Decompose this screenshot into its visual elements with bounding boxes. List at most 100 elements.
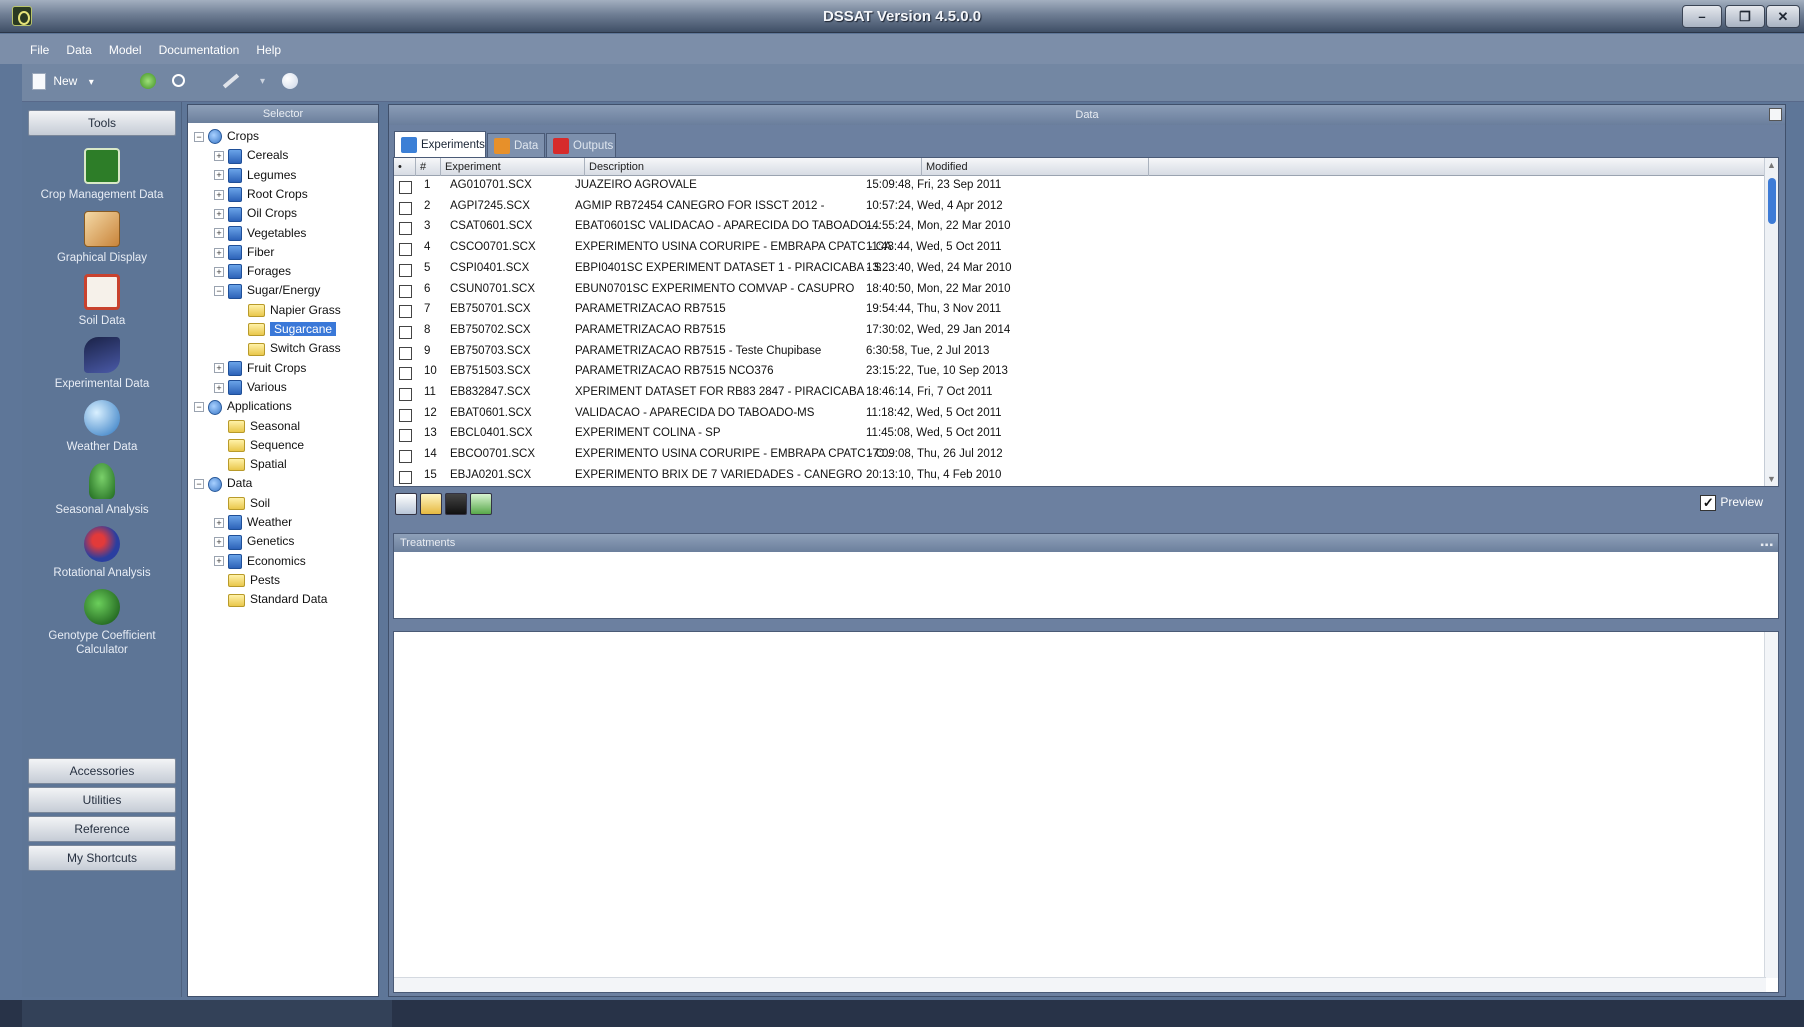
tree-node[interactable]: − Applications <box>194 397 292 416</box>
table-row[interactable]: 4 CSCO0701.SCX EXPERIMENTO USINA CORURIPE … <box>394 239 1766 260</box>
col-description[interactable]: Description <box>585 158 922 176</box>
table-row[interactable]: 14 EBCO0701.SCX EXPERIMENTO USINA CORURIPE… <box>394 446 1766 467</box>
expander-icon[interactable]: + <box>214 151 224 162</box>
row-checkbox[interactable] <box>399 325 412 339</box>
expander-icon[interactable]: + <box>214 228 224 239</box>
expander-icon[interactable]: + <box>214 382 224 393</box>
col-experiment[interactable]: Experiment <box>441 158 585 176</box>
expander-icon[interactable]: + <box>214 209 224 220</box>
tree-node[interactable]: + Fiber <box>214 243 274 262</box>
row-checkbox[interactable] <box>399 305 412 319</box>
table-row[interactable]: 3 CSAT0601.SCX EBAT0601SC VALIDACAO - APAR… <box>394 218 1766 239</box>
tool-graphical-display[interactable]: Graphical Display <box>22 211 182 265</box>
tree-node[interactable]: + Fruit Crops <box>214 359 306 378</box>
expander-icon[interactable]: + <box>214 517 224 528</box>
col-modified[interactable]: Modified <box>922 158 1149 176</box>
panel-restore-button[interactable] <box>1769 108 1782 121</box>
utilities-button[interactable]: Utilities <box>28 787 176 813</box>
tool-weather-data[interactable]: Weather Data <box>22 400 182 454</box>
tree-node[interactable]: Soil <box>214 494 270 513</box>
table-scrollbar[interactable]: ▲ ▼ <box>1764 158 1778 486</box>
row-checkbox[interactable] <box>399 222 412 236</box>
tools-header-button[interactable]: Tools <box>28 110 176 136</box>
table-row[interactable]: 9 EB750703.SCX PARAMETRIZACAO RB7515 - Tes… <box>394 343 1766 364</box>
tree-node[interactable]: Switch Grass <box>234 339 341 358</box>
maximize-button[interactable]: ❐ <box>1725 5 1765 28</box>
table-row[interactable]: 12 EBAT0601.SCX VALIDACAO - APARECIDA DO T… <box>394 405 1766 426</box>
row-checkbox[interactable] <box>399 284 412 298</box>
tool-soil-data[interactable]: Soil Data <box>22 274 182 328</box>
tool-crop-management-data[interactable]: Crop Management Data <box>22 148 182 202</box>
tool-seasonal-analysis[interactable]: Seasonal Analysis <box>22 463 182 517</box>
expander-icon[interactable]: − <box>194 479 204 490</box>
menu-documentation[interactable]: Documentation <box>159 43 240 57</box>
tool-rotational-analysis[interactable]: Rotational Analysis <box>22 526 182 580</box>
close-button[interactable]: ✕ <box>1766 5 1800 28</box>
run-command-button[interactable] <box>445 493 467 515</box>
row-checkbox[interactable] <box>399 429 412 443</box>
favorite-button[interactable] <box>140 73 156 93</box>
row-checkbox[interactable] <box>399 388 412 401</box>
row-checkbox[interactable] <box>399 408 412 422</box>
expander-icon[interactable]: − <box>214 286 224 297</box>
my-shortcuts-button[interactable]: My Shortcuts <box>28 845 176 871</box>
tree-node[interactable]: + Vegetables <box>214 224 306 243</box>
table-row[interactable]: 5 CSPI0401.SCX EBPI0401SC EXPERIMENT DATAS… <box>394 260 1766 281</box>
expander-icon[interactable]: + <box>214 556 224 567</box>
tree-node[interactable]: Spatial <box>214 455 287 474</box>
tree-node[interactable]: − Crops <box>194 127 259 146</box>
scroll-down-icon[interactable]: ▼ <box>1767 474 1776 484</box>
scroll-thumb[interactable] <box>1768 178 1776 224</box>
table-row[interactable]: 13 EBCL0401.SCX EXPERIMENT COLINA - SP 11:4… <box>394 425 1766 446</box>
tree-node[interactable]: + Oil Crops <box>214 204 297 223</box>
row-checkbox[interactable] <box>399 181 412 194</box>
search-button[interactable] <box>172 73 185 93</box>
tree-node[interactable]: + Weather <box>214 513 292 532</box>
tree-node[interactable]: − Sugar/Energy <box>214 281 320 300</box>
tab-experiments[interactable]: Experiments <box>394 131 486 157</box>
tree-node[interactable]: + Legumes <box>214 166 296 185</box>
expander-icon[interactable]: + <box>214 247 224 258</box>
reference-button[interactable]: Reference <box>28 816 176 842</box>
run-dropdown[interactable]: ▾ <box>260 73 265 93</box>
menu-data[interactable]: Data <box>66 43 91 57</box>
tree-node[interactable]: + Genetics <box>214 532 294 551</box>
col-select[interactable]: • <box>394 158 416 176</box>
tool-experimental-data[interactable]: Experimental Data <box>22 337 182 391</box>
table-row[interactable]: 15 EBJA0201.SCX EXPERIMENTO BRIX DE 7 VARI… <box>394 467 1766 486</box>
tree-node[interactable]: − Data <box>194 474 252 493</box>
expander-icon[interactable]: + <box>214 537 224 548</box>
row-checkbox[interactable] <box>399 450 412 464</box>
tree-node[interactable]: Standard Data <box>214 590 327 609</box>
tree-node[interactable]: + Various <box>214 378 287 397</box>
tree-node[interactable]: + Economics <box>214 552 306 571</box>
table-row[interactable]: 1 AG010701.SCX JUAZEIRO AGROVALE 15:09:48, … <box>394 177 1766 198</box>
open-button[interactable] <box>420 493 442 515</box>
edit-button[interactable] <box>395 493 417 515</box>
table-row[interactable]: 8 EB750702.SCX PARAMETRIZACAO RB7515 17:30:… <box>394 322 1766 343</box>
tree-node[interactable]: Pests <box>214 571 280 590</box>
tree-node[interactable]: Sugarcane <box>234 320 337 339</box>
expander-icon[interactable]: − <box>194 402 204 413</box>
menu-model[interactable]: Model <box>109 43 142 57</box>
tab-outputs[interactable]: Outputs <box>546 133 616 157</box>
minimize-button[interactable]: – <box>1682 5 1722 28</box>
row-checkbox[interactable] <box>399 346 412 360</box>
tree-node[interactable]: + Cereals <box>214 146 288 165</box>
run-button[interactable] <box>222 73 240 93</box>
menu-file[interactable]: File <box>30 43 49 57</box>
tree-node[interactable]: Napier Grass <box>234 301 341 320</box>
expander-icon[interactable]: + <box>214 170 224 181</box>
tree-node[interactable]: + Forages <box>214 262 291 281</box>
row-checkbox[interactable] <box>399 263 412 277</box>
preview-toggle[interactable]: ✓ Preview <box>1700 495 1763 511</box>
new-button[interactable]: New ▾ <box>32 73 94 93</box>
row-checkbox[interactable] <box>399 201 412 215</box>
refresh-button[interactable] <box>470 493 492 515</box>
accessories-button[interactable]: Accessories <box>28 758 176 784</box>
tree-node[interactable]: + Root Crops <box>214 185 308 204</box>
expander-icon[interactable]: − <box>194 131 204 142</box>
preview-horizontal-scrollbar[interactable] <box>394 977 1766 992</box>
tool-genotype-coefficient-calculator[interactable]: Genotype Coefficient Calculator <box>22 589 182 657</box>
table-row[interactable]: 7 EB750701.SCX PARAMETRIZACAO RB7515 19:54:… <box>394 301 1766 322</box>
